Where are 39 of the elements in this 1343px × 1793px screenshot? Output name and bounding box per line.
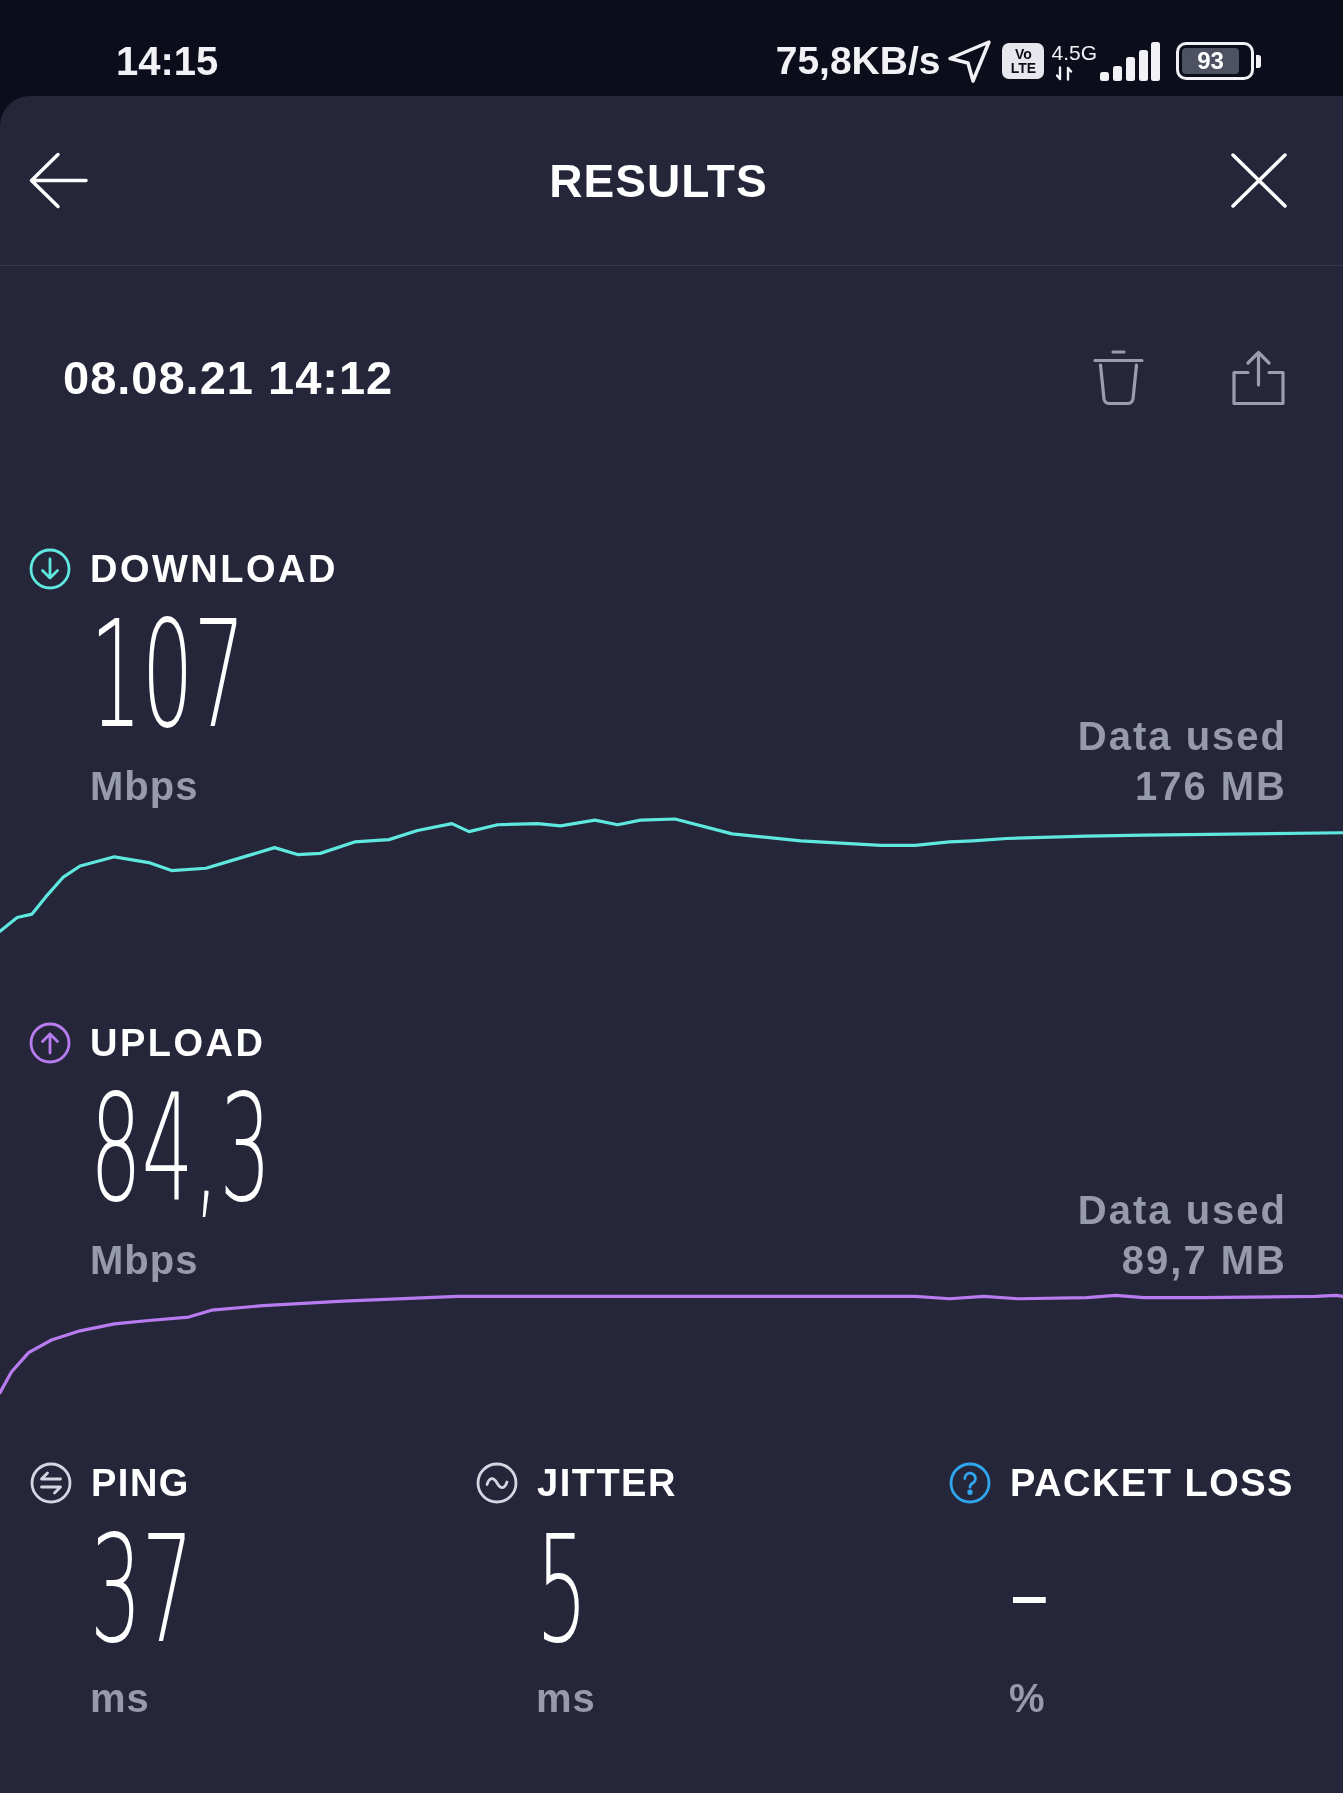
network-type-label: 4.5G [1051,41,1097,64]
data-used-value: 89,7 MB [1121,1237,1287,1284]
trash-icon [1093,349,1144,406]
data-used-label: Data used [1077,1187,1287,1234]
clock-time: 14:15 [116,38,219,85]
network-speed: 75,8KB/s [775,38,941,84]
speed-unit: Mbps [90,763,199,810]
share-button[interactable] [1230,349,1287,406]
badge-text: LTE [1010,61,1037,75]
data-used-value: 176 MB [1134,763,1287,810]
speed-value: 107 [90,601,246,749]
metric-value: 37 [90,1516,194,1664]
test-timestamp: 08.08.21 14:12 [63,349,394,406]
speed-value: 84,3 [90,1075,272,1223]
speed-unit: Mbps [90,1237,199,1284]
metric-label: PACKET LOSS [1010,1461,1294,1506]
metric-unit: ms [90,1675,150,1722]
back-button[interactable] [29,152,88,209]
section-label: DOWNLOAD [90,547,338,592]
badge-text: Vo [1015,47,1032,61]
close-icon [1230,152,1288,209]
back-arrow-icon [29,152,88,209]
battery-percentage: 93 [1182,48,1239,74]
location-arrow-icon [947,38,993,84]
signal-strength-icon [1100,41,1160,81]
metric-label: JITTER [537,1461,677,1506]
close-button[interactable] [1230,152,1288,209]
metric-label: PING [91,1461,190,1506]
metric-value: 5 [536,1516,588,1664]
data-used-label: Data used [1077,713,1287,760]
screen-title: RESULTS [549,153,768,209]
data-activity-icon [1056,65,1075,81]
metric-value: – [1009,1516,1050,1664]
metric-unit: ms [536,1675,596,1722]
delete-button[interactable] [1093,349,1144,406]
metric-unit: % [1009,1675,1046,1722]
battery-tip-icon [1256,54,1261,68]
section-label: UPLOAD [90,1021,266,1066]
share-icon [1230,349,1287,406]
